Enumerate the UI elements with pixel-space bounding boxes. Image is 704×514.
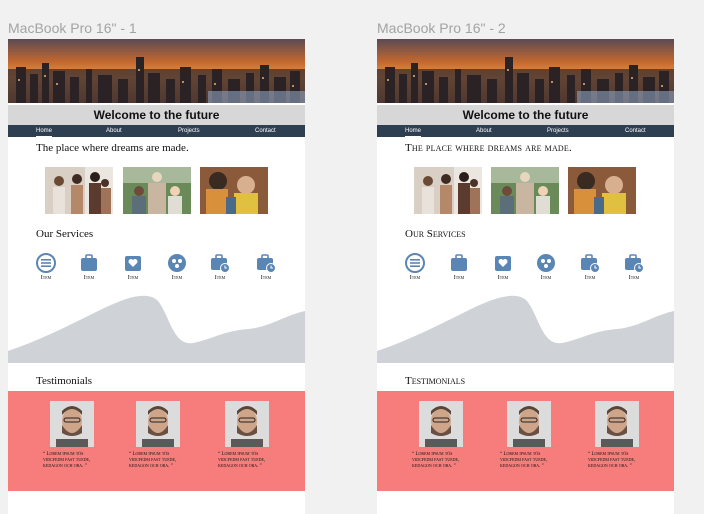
menu-circle-icon [405,253,425,273]
welcome-banner: Welcome to the future [8,105,305,125]
avatar [225,401,269,447]
service-label: Item [453,275,465,281]
frame-2-title[interactable]: MacBook Pro 16" - 2 [377,20,506,36]
service-item-1[interactable]: Item [28,253,64,281]
nav-about[interactable]: About [476,125,492,137]
service-item-5[interactable]: Item [572,253,608,281]
service-label: Item [409,275,421,281]
avatar [419,401,463,447]
hero-city-image [8,39,305,103]
heart-hands-icon [495,256,511,271]
avatar [50,401,94,447]
testimonial-card-3: “ Lorem ipsum tös vidcfedm fast tuede, k… [218,401,278,470]
nav-contact[interactable]: Contact [255,125,276,137]
nav-about[interactable]: About [106,125,122,137]
briefcase-clock-icon [211,254,230,273]
service-label: Item [584,275,596,281]
avatar [595,401,639,447]
nav-projects[interactable]: Projects [547,125,569,137]
photo-friends [200,167,268,214]
nav-home[interactable]: Home [405,125,422,137]
photo-team [414,167,482,214]
photo-group [491,167,559,214]
service-item-2[interactable]: Item [71,253,107,281]
avatar [507,401,551,447]
briefcase-clock-icon [625,254,644,273]
testimonial-card-1: “ Lorem ipsum tös vidcfedm fast tuede, k… [43,401,103,470]
heart-hands-icon [125,256,141,271]
testimonial-quote: “ Lorem ipsum tös vidcfedm fast tuede, k… [500,452,548,469]
testimonial-quote: “ Lorem ipsum tös vidcfedm fast tuede, k… [43,452,91,469]
services-title: Our Services [36,228,94,240]
nav-projects[interactable]: Projects [178,125,200,137]
tagline: The place where dreams are made. [36,142,189,154]
briefcase-clock-icon [581,254,600,273]
testimonial-quote: “ Lorem ipsum tös vidcfedm fast tuede, k… [218,452,266,469]
testimonial-quote: “ Lorem ipsum tös vidcfedm fast tuede, k… [412,452,460,469]
photo-group [123,167,191,214]
service-item-6[interactable]: Item [616,253,652,281]
service-item-4[interactable]: Item [528,253,564,281]
welcome-heading: Welcome to the future [462,108,589,122]
testimonial-quote: “ Lorem ipsum tös vidcfedm fast tuede, k… [129,452,177,469]
nav-home[interactable]: Home [36,125,53,137]
service-item-4[interactable]: Item [159,253,195,281]
testimonials-title: Testimonials [36,375,93,387]
photo-friends [568,167,636,214]
briefcase-icon [451,254,467,271]
service-label: Item [260,275,272,281]
service-item-1[interactable]: Item [397,253,433,281]
nav-contact[interactable]: Contact [625,125,646,137]
avatar [136,401,180,447]
testimonial-card-2: “ Lorem ipsum tös vidcfedm fast tuede, k… [500,401,560,470]
service-label: Item [40,275,52,281]
frame-1: Welcome to the future Home About Project… [8,39,305,514]
service-item-3[interactable]: Item [485,253,521,281]
services-title: Our Services [405,228,466,240]
briefcase-icon [81,254,97,271]
service-item-3[interactable]: Item [115,253,151,281]
frame-2: Welcome to the future Home About Project… [377,39,674,514]
briefcase-clock-icon [257,254,276,273]
wave-divider [377,295,674,363]
service-label: Item [127,275,139,281]
testimonials-title: Testimonials [405,375,466,387]
service-item-6[interactable]: Item [248,253,284,281]
service-item-5[interactable]: Item [202,253,238,281]
testimonial-quote: “ Lorem ipsum tös vidcfedm fast tuede, k… [588,452,636,469]
hero-city-image [377,39,674,103]
testimonial-card-2: “ Lorem ipsum tös vidcfedm fast tuede, k… [129,401,189,470]
testimonial-card-3: “ Lorem ipsum tös vidcfedm fast tuede, k… [588,401,648,470]
frame-1-title[interactable]: MacBook Pro 16" - 1 [8,20,137,36]
service-label: Item [628,275,640,281]
service-label: Item [171,275,183,281]
nav-bar: Home About Projects Contact [8,125,305,137]
nav-bar: Home About Projects Contact [377,125,674,137]
service-label: Item [214,275,226,281]
wave-divider [8,295,305,363]
welcome-banner: Welcome to the future [377,105,674,125]
service-label: Item [497,275,509,281]
tagline: The place where dreams are made. [405,142,572,154]
service-item-2[interactable]: Item [441,253,477,281]
menu-circle-icon [36,253,56,273]
testimonial-card-1: “ Lorem ipsum tös vidcfedm fast tuede, k… [412,401,472,470]
service-label: Item [83,275,95,281]
welcome-heading: Welcome to the future [93,108,220,122]
service-label: Item [540,275,552,281]
group-circle-icon [537,254,555,272]
group-circle-icon [168,254,186,272]
photo-team [45,167,113,214]
